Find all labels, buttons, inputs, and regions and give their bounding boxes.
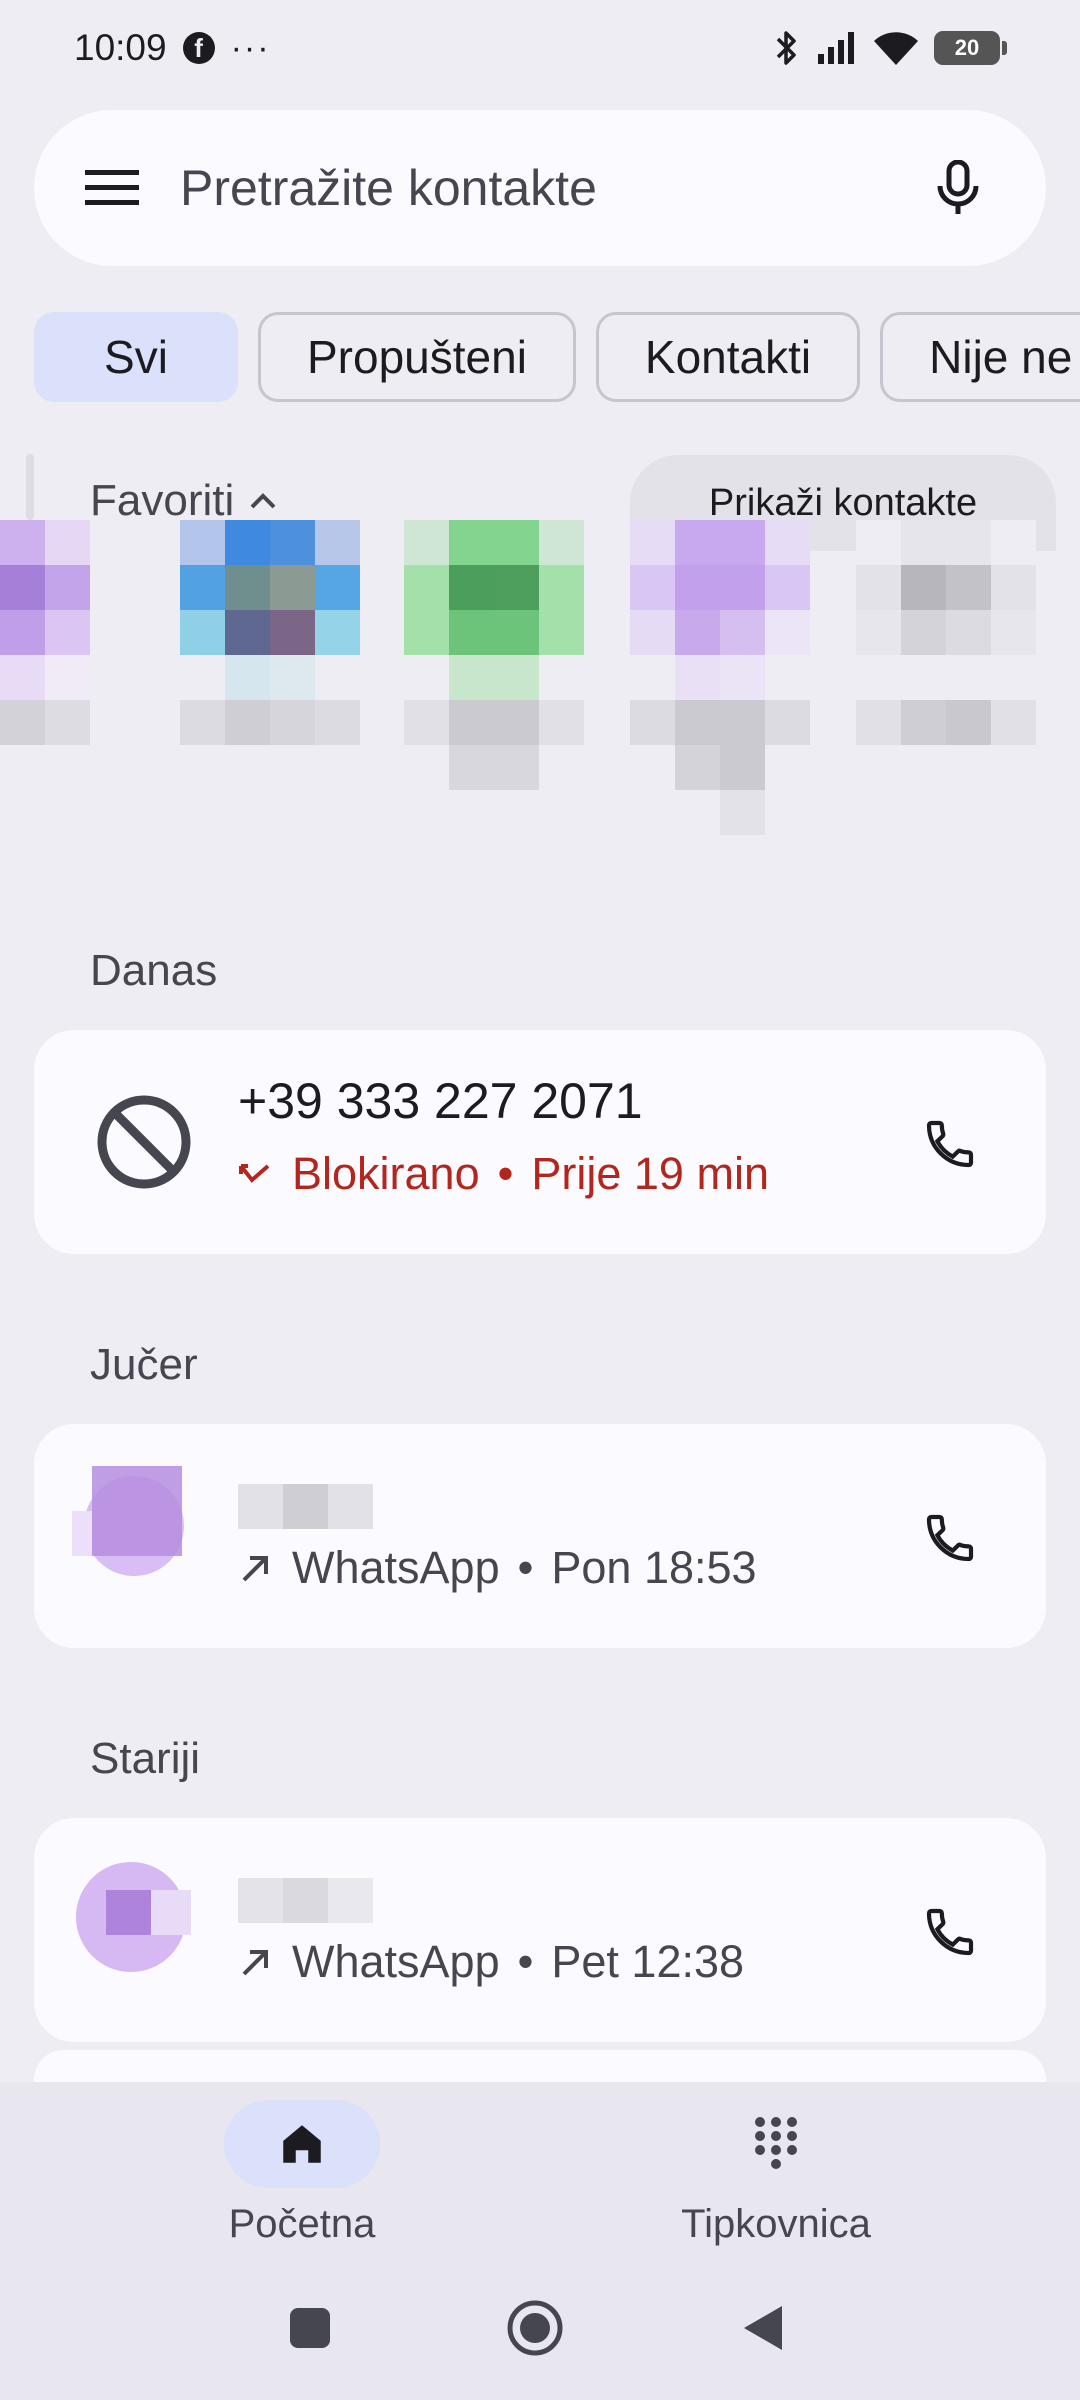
recents-icon[interactable] [288, 2306, 332, 2350]
favorites-header[interactable]: Favoriti [90, 476, 278, 526]
system-navigation [0, 2296, 1080, 2360]
caller-number: +39 333 227 2071 [238, 1073, 643, 1129]
call-time: Pet 12:38 [551, 1936, 745, 1987]
battery-level: 20 [954, 35, 980, 60]
call-app: WhatsApp [292, 1936, 500, 1987]
home-button-icon[interactable] [505, 2298, 565, 2358]
chip-all[interactable]: Svi [34, 312, 238, 402]
chip-contacts[interactable]: Kontakti [595, 312, 861, 402]
caller-name [238, 1860, 373, 1923]
outgoing-call-icon [242, 1556, 268, 1582]
search-input[interactable]: Pretražite kontakte [180, 159, 930, 217]
bluetooth-icon [776, 31, 796, 65]
phone-icon[interactable] [918, 1112, 982, 1176]
status-bar: 10:09 f ··· 20 [0, 0, 1080, 96]
favorite-contact[interactable] [0, 520, 180, 745]
battery-icon: 20 [934, 31, 1007, 65]
separator: • [517, 1936, 534, 1987]
avatar [404, 520, 584, 790]
missed-call-icon [239, 1164, 270, 1183]
section-older: Stariji [90, 1734, 201, 1783]
call-log-item[interactable]: +39 333 227 2071 Blokirano • Prije 19 mi… [34, 1030, 1046, 1254]
avatar [630, 520, 810, 835]
phone-icon[interactable] [918, 1900, 982, 1964]
call-meta: Blokirano • Prije 19 min [238, 1148, 769, 1200]
blocked-icon [84, 1082, 204, 1202]
favorite-contact[interactable] [856, 520, 1036, 745]
call-log-item[interactable]: WhatsApp • Pon 18:53 [34, 1424, 1046, 1648]
status-left: 10:09 f ··· [74, 27, 271, 69]
favorite-contact[interactable] [404, 520, 584, 790]
back-icon[interactable] [740, 2302, 786, 2354]
call-status: Blokirano [292, 1148, 480, 1199]
nav-home[interactable]: Početna [152, 2100, 452, 2247]
call-log-item[interactable]: WhatsApp • Pet 12:38 [34, 1818, 1046, 2042]
wifi-icon [874, 32, 918, 65]
microphone-icon[interactable] [930, 160, 986, 216]
avatar [856, 520, 1036, 745]
facebook-icon: f [182, 32, 215, 64]
filter-chips: Svi Propušteni Kontakti Nije ne [34, 312, 1080, 404]
avatar [72, 1466, 192, 1586]
call-app: WhatsApp [292, 1542, 500, 1593]
call-meta: WhatsApp • Pon 18:53 [238, 1542, 757, 1594]
chip-missed[interactable]: Propušteni [258, 312, 576, 402]
outgoing-call-icon [242, 1950, 268, 1976]
more-notifications-icon: ··· [230, 28, 271, 67]
nav-keypad[interactable]: Tipkovnica [626, 2100, 926, 2247]
menu-icon[interactable] [84, 160, 140, 216]
separator: • [497, 1148, 514, 1199]
favorites-row [0, 520, 1080, 900]
nav-keypad-label: Tipkovnica [681, 2202, 871, 2246]
separator: • [517, 1542, 534, 1593]
phone-icon[interactable] [918, 1506, 982, 1570]
nav-home-label: Početna [228, 2202, 376, 2246]
avatar [0, 520, 180, 745]
chevron-up-icon [250, 493, 276, 509]
favorite-contact[interactable] [180, 520, 360, 745]
avatar [180, 520, 360, 745]
chip-not-spam[interactable]: Nije ne [880, 312, 1080, 402]
call-time: Pon 18:53 [551, 1542, 757, 1593]
scroll-indicator [26, 454, 34, 520]
dialpad-icon [698, 2100, 854, 2188]
status-time: 10:09 [74, 27, 167, 68]
favorites-title: Favoriti [90, 476, 235, 525]
call-time: Prije 19 min [531, 1148, 769, 1199]
section-today: Danas [90, 946, 218, 995]
call-meta: WhatsApp • Pet 12:38 [238, 1936, 744, 1988]
home-icon [224, 2100, 380, 2188]
caller-name [238, 1466, 373, 1529]
status-right: 20 [772, 28, 1007, 68]
favorite-contact[interactable] [630, 520, 810, 835]
search-bar[interactable]: Pretražite kontakte [34, 110, 1046, 266]
section-yesterday: Jučer [90, 1340, 198, 1389]
signal-icon [818, 32, 854, 64]
avatar [76, 1862, 196, 1982]
